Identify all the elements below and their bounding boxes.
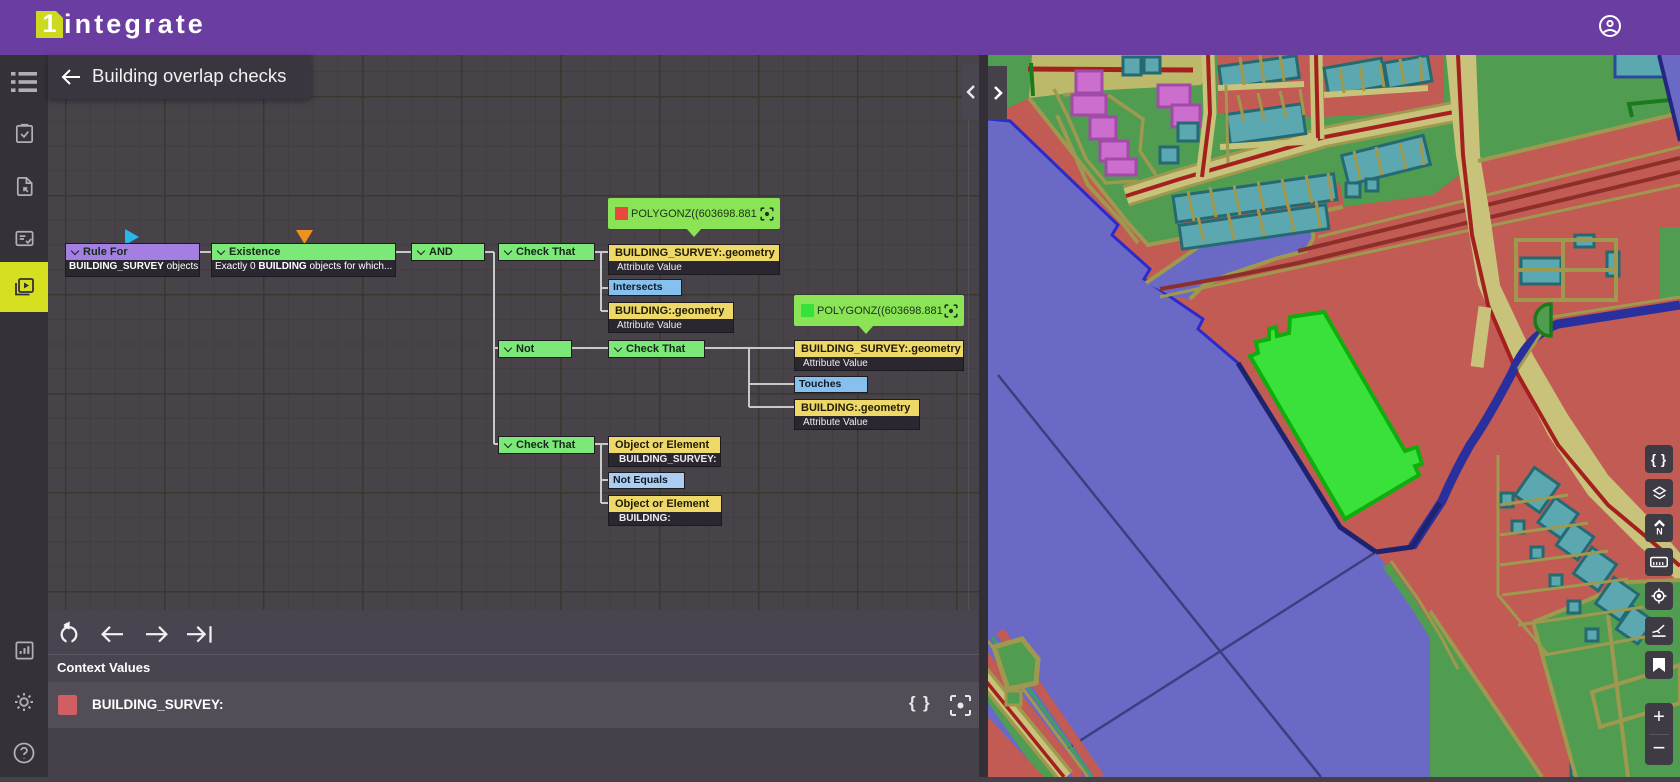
svg-text:N: N [1656,527,1662,537]
